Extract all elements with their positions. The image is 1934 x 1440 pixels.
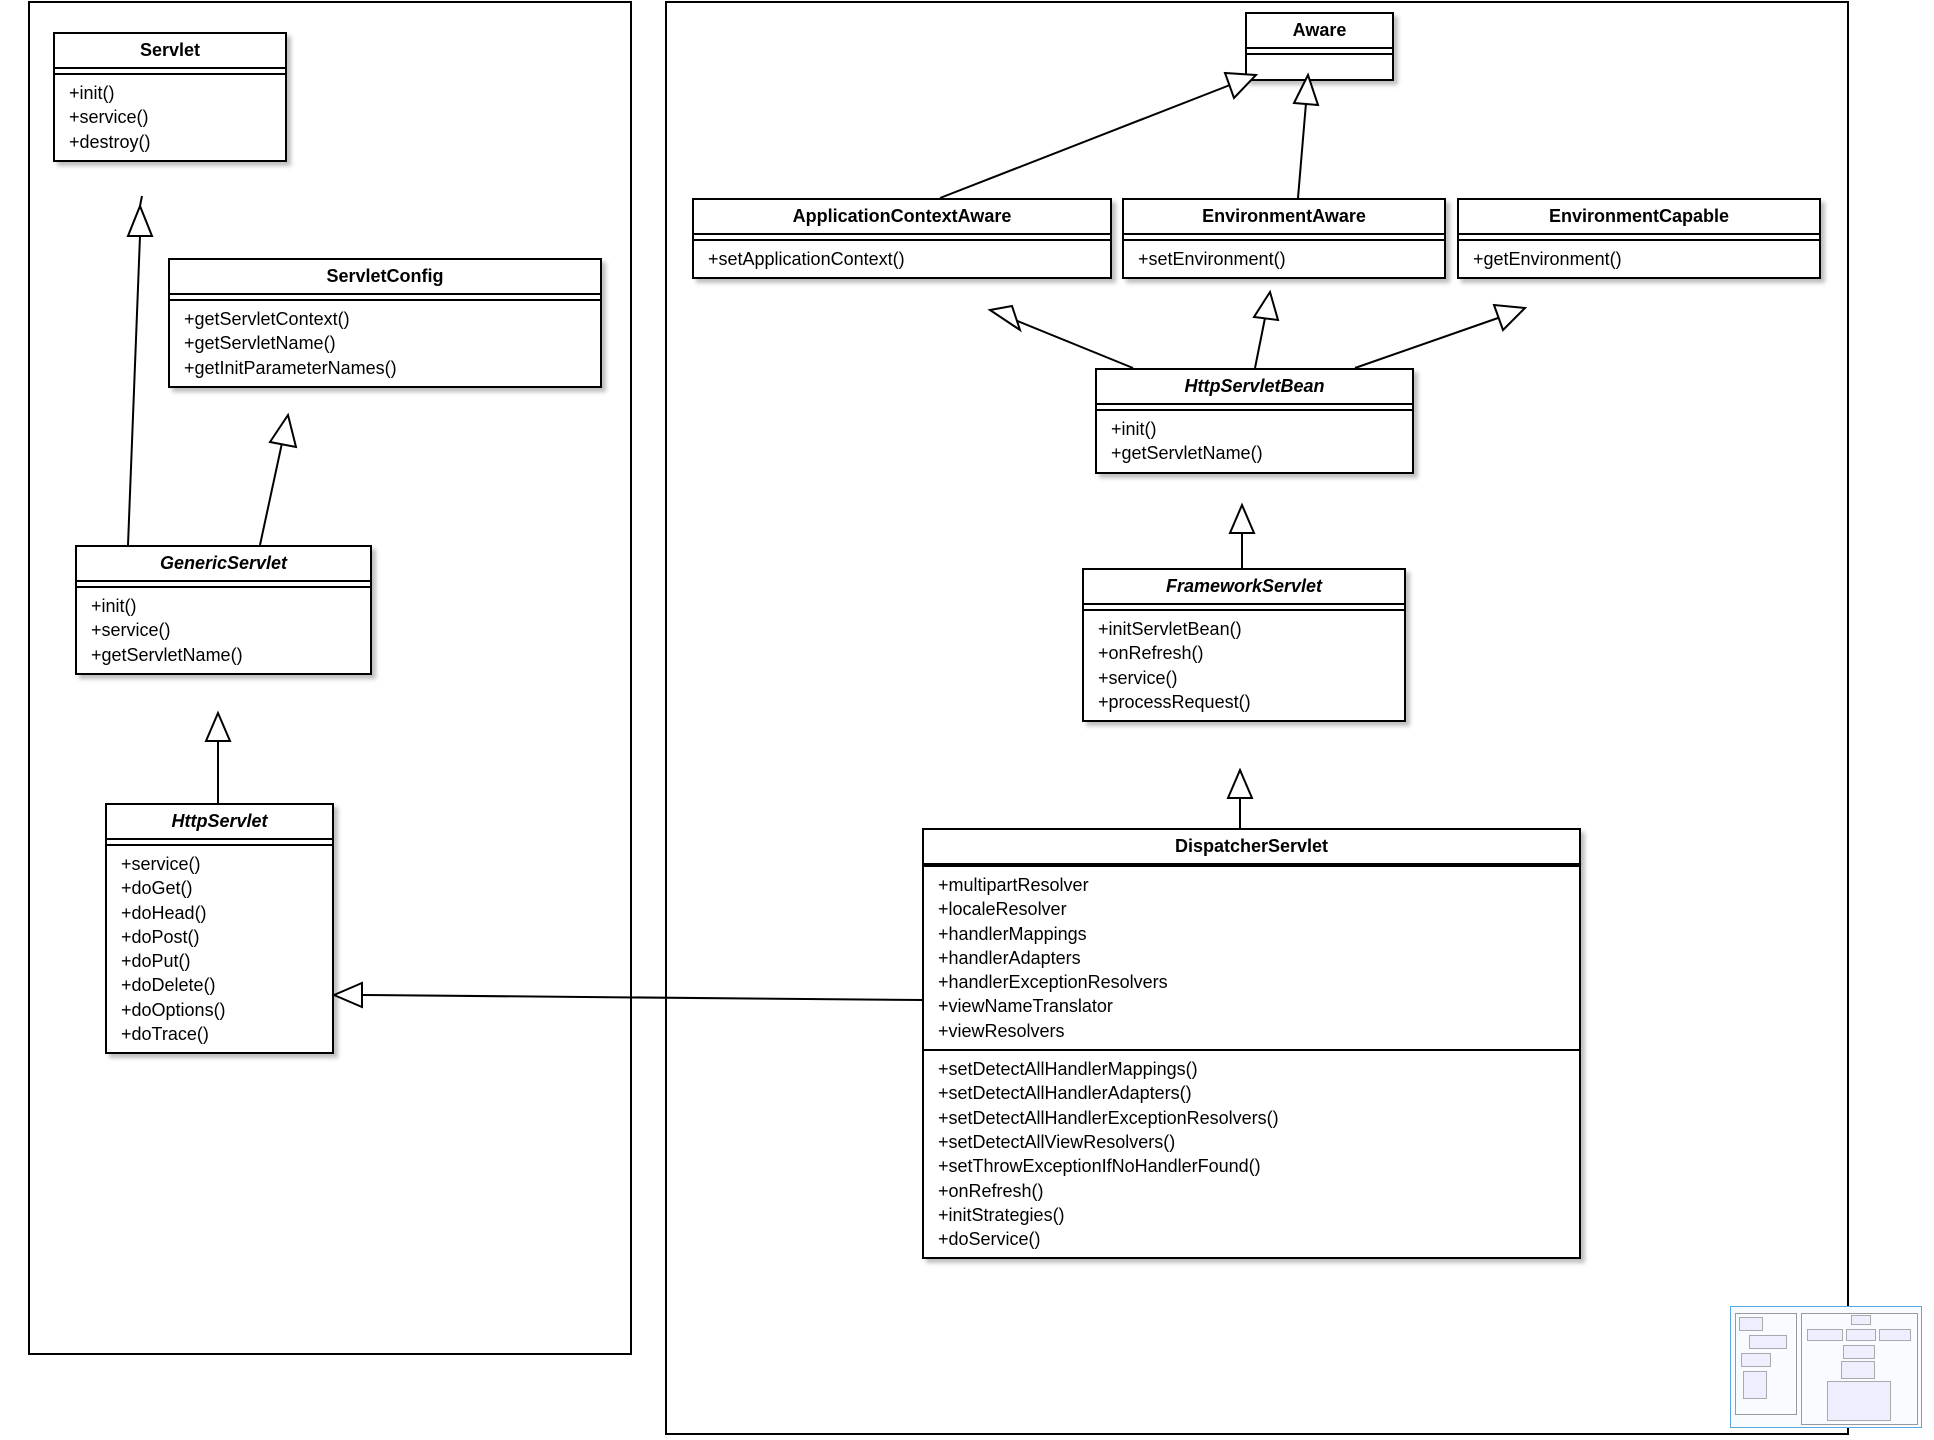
minimap[interactable]	[1730, 1306, 1922, 1428]
class-name: EnvironmentAware	[1124, 200, 1444, 235]
methods	[1247, 55, 1392, 79]
methods: +initServletBean() +onRefresh() +service…	[1084, 611, 1404, 720]
class-http-servlet[interactable]: HttpServlet +service() +doGet() +doHead(…	[105, 803, 334, 1054]
class-name: GenericServlet	[77, 547, 370, 582]
class-servlet-config[interactable]: ServletConfig +getServletContext() +getS…	[168, 258, 602, 388]
class-name: FrameworkServlet	[1084, 570, 1404, 605]
attributes: +multipartResolver +localeResolver +hand…	[924, 865, 1579, 1049]
methods: +getServletContext() +getServletName() +…	[170, 301, 600, 386]
class-name: EnvironmentCapable	[1459, 200, 1819, 235]
class-name: HttpServlet	[107, 805, 332, 840]
class-application-context-aware[interactable]: ApplicationContextAware +setApplicationC…	[692, 198, 1112, 279]
class-name: HttpServletBean	[1097, 370, 1412, 405]
methods: +setApplicationContext()	[694, 241, 1110, 277]
methods: +service() +doGet() +doHead() +doPost() …	[107, 846, 332, 1052]
methods: +init() +service() +destroy()	[55, 75, 285, 160]
class-generic-servlet[interactable]: GenericServlet +init() +service() +getSe…	[75, 545, 372, 675]
class-http-servlet-bean[interactable]: HttpServletBean +init() +getServletName(…	[1095, 368, 1414, 474]
class-name: ApplicationContextAware	[694, 200, 1110, 235]
uml-canvas[interactable]: Servlet +init() +service() +destroy() Se…	[0, 0, 1934, 1440]
class-name: Aware	[1247, 14, 1392, 49]
class-dispatcher-servlet[interactable]: DispatcherServlet +multipartResolver +lo…	[922, 828, 1581, 1259]
methods: +setDetectAllHandlerMappings() +setDetec…	[924, 1049, 1579, 1257]
class-environment-capable[interactable]: EnvironmentCapable +getEnvironment()	[1457, 198, 1821, 279]
methods: +getEnvironment()	[1459, 241, 1819, 277]
methods: +init() +service() +getServletName()	[77, 588, 370, 673]
class-name: DispatcherServlet	[924, 830, 1579, 865]
methods: +setEnvironment()	[1124, 241, 1444, 277]
class-name: Servlet	[55, 34, 285, 69]
class-environment-aware[interactable]: EnvironmentAware +setEnvironment()	[1122, 198, 1446, 279]
package-servlet-api	[28, 1, 632, 1355]
class-name: ServletConfig	[170, 260, 600, 295]
class-aware[interactable]: Aware	[1245, 12, 1394, 81]
methods: +init() +getServletName()	[1097, 411, 1412, 472]
class-framework-servlet[interactable]: FrameworkServlet +initServletBean() +onR…	[1082, 568, 1406, 722]
class-servlet[interactable]: Servlet +init() +service() +destroy()	[53, 32, 287, 162]
